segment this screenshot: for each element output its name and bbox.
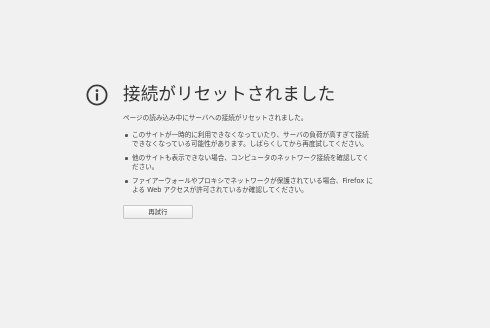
error-description: ページの読み込み中にサーバへの接続がリセットされました。 <box>123 114 308 122</box>
advice-list: このサイトが一時的に利用できなくなっていたり、サーバの負荷が高すぎて接続できなく… <box>123 131 386 195</box>
info-icon <box>86 84 108 106</box>
error-page: 接続がリセットされました ページの読み込み中にサーバへの接続がリセットされました… <box>0 0 490 328</box>
page-title: 接続がリセットされました <box>123 85 336 105</box>
error-title-row: 接続がリセットされました <box>86 84 386 106</box>
advice-item-firewall-proxy: ファイアーウォールやプロキシでネットワークが保護されている場合、Firefox … <box>125 177 373 194</box>
error-container: 接続がリセットされました ページの読み込み中にサーバへの接続がリセットされました… <box>86 84 386 219</box>
advice-item-check-network: 他のサイトも表示できない場合、コンピュータのネットワーク接続を確認してください。 <box>125 154 374 172</box>
error-content: ページの読み込み中にサーバへの接続がリセットされました。 このサイトが一時的に利… <box>123 114 386 219</box>
advice-item-server-busy: このサイトが一時的に利用できなくなっていたり、サーバの負荷が高すぎて接続できなく… <box>125 131 374 149</box>
retry-button[interactable]: 再試行 <box>123 205 193 219</box>
